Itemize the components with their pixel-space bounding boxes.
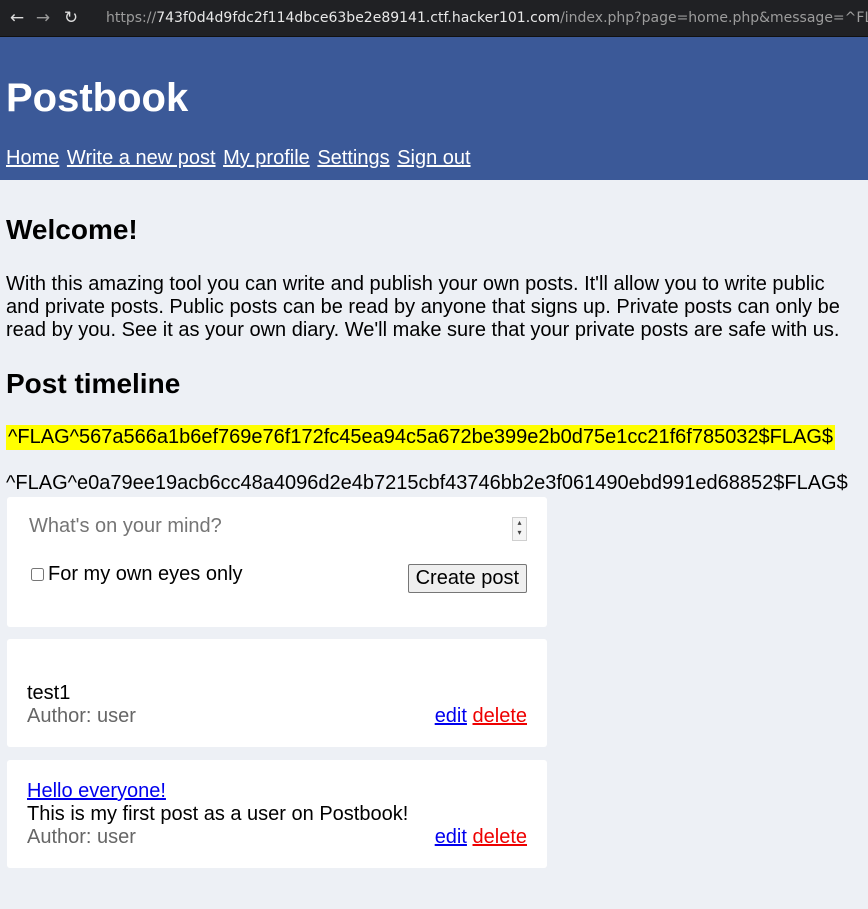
nav-my-profile[interactable]: My profile <box>223 147 310 169</box>
intro-text: With this amazing tool you can write and… <box>6 273 840 341</box>
browser-toolbar: ← → ↻ https://743f0d4d9fdc2f114dbce63be2… <box>0 0 868 37</box>
compose-card: ▴▾ For my own eyes only Create post <box>7 497 547 627</box>
address-bar[interactable]: https://743f0d4d9fdc2f114dbce63be2e89141… <box>92 4 868 32</box>
nav-settings[interactable]: Settings <box>317 147 389 169</box>
main-nav: Home Write a new post My profile Setting… <box>6 146 473 170</box>
post-author: Author: user <box>27 705 136 727</box>
post-title-link[interactable]: Hello everyone! <box>27 780 166 803</box>
post-author: Author: user <box>27 826 136 848</box>
site-title: Postbook <box>6 76 189 120</box>
delete-link[interactable]: delete <box>473 705 528 727</box>
post-input[interactable] <box>27 511 531 551</box>
forward-arrow-icon[interactable]: → <box>30 5 56 31</box>
post-card: test1 Author: user edit delete <box>7 639 547 747</box>
post-card: Hello everyone! This is my first post as… <box>7 760 547 868</box>
flag-message-highlighted: ^FLAG^567a566a1b6ef769e76f172fc45ea94c5a… <box>6 425 836 450</box>
welcome-heading: Welcome! <box>6 214 138 245</box>
site-header: Postbook Home Write a new post My profil… <box>0 37 868 180</box>
reload-icon[interactable]: ↻ <box>58 5 84 31</box>
create-post-button[interactable]: Create post <box>407 564 527 593</box>
resize-grip-icon[interactable]: ▴ ▾ <box>512 517 527 541</box>
post-actions: edit delete <box>435 826 527 849</box>
post-body: test1 <box>27 682 71 704</box>
flag-message: ^FLAG^e0a79ee19acb6cc48a4096d2e4b7215cbf… <box>6 472 848 494</box>
nav-home[interactable]: Home <box>6 147 59 169</box>
url-path: /index.php?page=home.php&message=^FLAG^5… <box>560 10 868 26</box>
edit-link[interactable]: edit <box>435 826 467 848</box>
timeline-heading: Post timeline <box>6 368 181 399</box>
private-checkbox[interactable] <box>31 568 44 581</box>
nav-write-post[interactable]: Write a new post <box>67 147 216 169</box>
nav-sign-out[interactable]: Sign out <box>397 147 470 169</box>
url-scheme: https:// <box>106 10 157 26</box>
url-host: 743f0d4d9fdc2f114dbce63be2e89141.ctf.hac… <box>156 10 561 26</box>
post-actions: edit delete <box>435 705 527 728</box>
post-body: This is my first post as a user on Postb… <box>27 803 409 825</box>
edit-link[interactable]: edit <box>435 705 467 727</box>
private-checkbox-label: For my own eyes only <box>48 563 243 585</box>
delete-link[interactable]: delete <box>473 826 528 848</box>
back-arrow-icon[interactable]: ← <box>4 5 30 31</box>
private-option[interactable]: For my own eyes only <box>31 563 243 586</box>
